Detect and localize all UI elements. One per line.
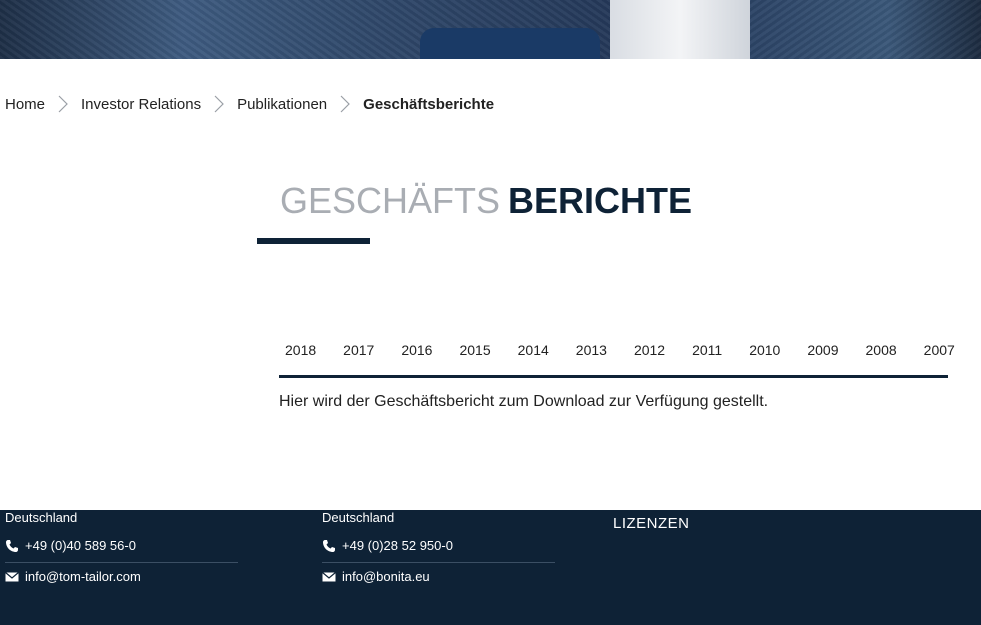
hero-chair — [420, 28, 600, 59]
footer-phone-row: +49 (0)28 52 950-0 — [322, 538, 453, 553]
tab-content-text: Hier wird der Geschäftsbericht zum Downl… — [279, 393, 769, 410]
footer-email-link[interactable]: info@tom-tailor.com — [25, 569, 141, 584]
tab-2010[interactable]: 2010 — [743, 335, 786, 365]
footer-email-row: info@tom-tailor.com — [5, 569, 141, 584]
mail-icon — [5, 570, 19, 584]
footer-country: Deutschland — [322, 510, 395, 525]
breadcrumb-publikationen-link[interactable]: Publikationen — [237, 96, 327, 113]
phone-icon — [322, 539, 336, 553]
footer-divider — [322, 562, 555, 563]
footer: Deutschland +49 (0)40 589 56-0 info@tom-… — [0, 510, 981, 625]
hero-jacket-right — [750, 0, 981, 59]
tab-2009[interactable]: 2009 — [801, 335, 844, 365]
tab-2008[interactable]: 2008 — [860, 335, 903, 365]
tab-2014[interactable]: 2014 — [512, 335, 555, 365]
footer-email-link[interactable]: info@bonita.eu — [342, 569, 430, 584]
tab-2018[interactable]: 2018 — [279, 335, 322, 365]
footer-phone-link[interactable]: +49 (0)28 52 950-0 — [342, 538, 453, 553]
page-title-bold: BERICHTE — [508, 180, 693, 221]
phone-icon — [5, 539, 19, 553]
breadcrumb-investor-relations-link[interactable]: Investor Relations — [81, 96, 201, 113]
footer-email-row: info@bonita.eu — [322, 569, 430, 584]
footer-lizenzen-link[interactable]: LIZENZEN — [613, 515, 690, 532]
chevron-right-icon — [337, 94, 353, 114]
footer-divider — [5, 562, 238, 563]
tab-2015[interactable]: 2015 — [453, 335, 496, 365]
footer-country: Deutschland — [5, 510, 78, 525]
tab-2016[interactable]: 2016 — [395, 335, 438, 365]
page-title-light: GESCHÄFTS — [280, 180, 501, 221]
breadcrumb: Home Investor Relations Publikationen Ge… — [5, 93, 494, 115]
tabs-divider — [279, 375, 948, 378]
breadcrumb-home-link[interactable]: Home — [5, 96, 45, 113]
mail-icon — [322, 570, 336, 584]
year-tabs: 2018 2017 2016 2015 2014 2013 2012 2011 … — [279, 335, 955, 375]
footer-phone-row: +49 (0)40 589 56-0 — [5, 538, 136, 553]
hero-image — [0, 0, 981, 59]
breadcrumb-current: Geschäftsberichte — [363, 95, 495, 113]
footer-phone-link[interactable]: +49 (0)40 589 56-0 — [25, 538, 136, 553]
page-title: GESCHÄFTS BERICHTE — [280, 180, 692, 222]
tab-2013[interactable]: 2013 — [570, 335, 613, 365]
chevron-right-icon — [55, 94, 71, 114]
hero-shirt — [610, 0, 750, 59]
tab-2017[interactable]: 2017 — [337, 335, 380, 365]
tab-2012[interactable]: 2012 — [628, 335, 671, 365]
title-underline — [257, 238, 370, 244]
tab-2007[interactable]: 2007 — [918, 335, 961, 365]
chevron-right-icon — [211, 94, 227, 114]
tab-2011[interactable]: 2011 — [686, 335, 728, 365]
